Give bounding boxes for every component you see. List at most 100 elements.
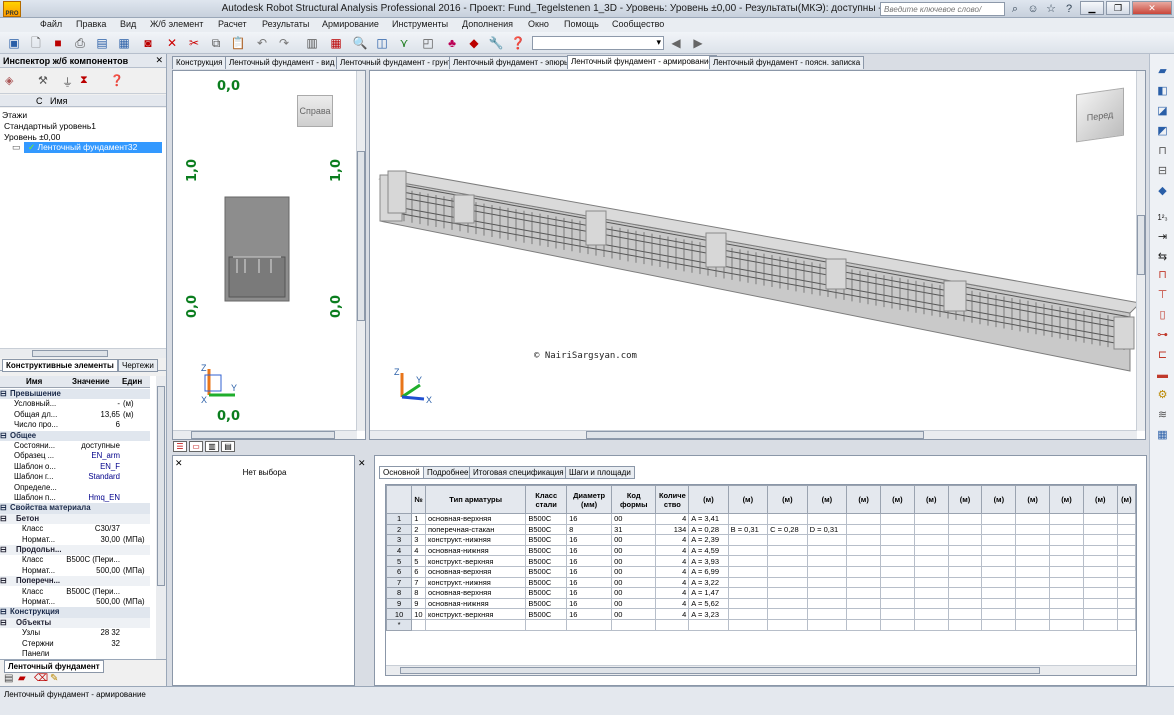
screen-capture-icon[interactable]: ▦ xyxy=(116,35,132,51)
table-header-cell[interactable]: Код формы xyxy=(611,485,657,514)
table-cell[interactable] xyxy=(1082,544,1118,557)
table-cell[interactable] xyxy=(411,618,426,631)
table-header-cell[interactable]: № xyxy=(411,485,426,514)
table-cell[interactable] xyxy=(981,576,1017,589)
tab-structural-elements[interactable]: Конструктивные элементы xyxy=(2,359,118,372)
view3d-hscroll[interactable] xyxy=(370,430,1137,439)
table-cell[interactable] xyxy=(846,565,881,578)
calculator-icon[interactable]: ▦ xyxy=(328,35,344,51)
table-cell[interactable] xyxy=(947,523,983,536)
star-icon[interactable]: ☆ xyxy=(1044,2,1058,16)
table-cell[interactable]: 4 xyxy=(655,544,690,557)
table-cell[interactable] xyxy=(913,618,949,631)
property-value[interactable]: 500,00 xyxy=(62,566,120,576)
table-cell[interactable]: 4 xyxy=(655,597,690,610)
table-cell[interactable] xyxy=(846,608,881,620)
property-row[interactable]: Нормат... 500,00 (МПа) xyxy=(0,566,150,576)
table-cell[interactable] xyxy=(767,534,808,546)
user-icon[interactable]: ☺ xyxy=(1026,2,1040,16)
collapse-icon[interactable]: ⊟ xyxy=(0,576,7,585)
menu-view[interactable]: Вид xyxy=(120,19,136,29)
table-cell[interactable]: 00 xyxy=(611,534,657,546)
menu-community[interactable]: Сообщество xyxy=(612,19,664,29)
foundation-icon[interactable]: ▬ xyxy=(1155,368,1170,383)
table-header-cell[interactable]: Количе ство xyxy=(655,485,690,514)
camera-icon[interactable]: ◙ xyxy=(140,35,156,51)
table-header-cell[interactable]: (м) xyxy=(981,485,1017,514)
property-row[interactable]: Состояни... доступные xyxy=(0,441,150,451)
tab-footing-reinforcement[interactable]: Ленточный фундамент - армирование xyxy=(567,55,717,69)
table-cell[interactable] xyxy=(880,534,915,546)
table-cell[interactable] xyxy=(913,544,949,557)
tab-footing-note[interactable]: Ленточный фундамент - поясн. записка xyxy=(709,56,865,69)
table-cell[interactable]: B = 0,31 xyxy=(727,523,769,536)
table-cell[interactable] xyxy=(1015,587,1051,599)
table-cell[interactable]: 2 xyxy=(411,523,426,536)
property-value[interactable]: B500C (Пери... xyxy=(62,587,120,597)
table-cell[interactable] xyxy=(727,565,769,578)
table-cell[interactable] xyxy=(1049,597,1084,610)
table-cell[interactable] xyxy=(880,608,915,620)
table-cell[interactable] xyxy=(947,565,983,578)
table-cell[interactable]: 00 xyxy=(611,555,657,567)
release-icon[interactable]: ⊟ xyxy=(1155,164,1170,179)
menu-reinforcement[interactable]: Армирование xyxy=(322,19,379,29)
table-header-cell[interactable]: (м) xyxy=(727,485,769,514)
table-cell[interactable] xyxy=(1049,555,1084,567)
table-cell[interactable]: 1 xyxy=(411,513,426,525)
property-row[interactable]: Стержни 32 xyxy=(0,639,150,649)
table-cell[interactable] xyxy=(913,587,949,599)
property-category[interactable]: ⊟ Конструкция xyxy=(0,607,150,618)
table-cell[interactable] xyxy=(767,555,808,567)
binoculars-icon[interactable]: ⌕ xyxy=(1008,2,1022,16)
property-subcategory[interactable]: ⊟ Поперечн... xyxy=(0,576,150,587)
table-cell[interactable] xyxy=(806,544,848,557)
table-cell[interactable]: B500C xyxy=(525,555,568,567)
table-cell[interactable] xyxy=(767,565,808,578)
table-header-cell[interactable]: (м) xyxy=(880,485,915,514)
tab-drawings[interactable]: Чертежи xyxy=(118,359,158,372)
left-view-hscroll[interactable] xyxy=(173,430,357,439)
table-cell[interactable] xyxy=(727,513,769,525)
table-cell[interactable] xyxy=(1082,513,1118,525)
table-cell[interactable]: 4 xyxy=(655,587,690,599)
table-cell[interactable]: поперечная-стакан xyxy=(424,523,527,536)
offset-icon[interactable]: ◆ xyxy=(1155,184,1170,199)
table-cell[interactable] xyxy=(981,587,1017,599)
table-cell[interactable] xyxy=(846,555,881,567)
property-subcategory[interactable]: ⊟ Бетон xyxy=(0,513,150,525)
property-value[interactable]: доступные xyxy=(62,441,120,451)
member-icon[interactable]: ◪ xyxy=(1155,104,1170,119)
table-cell[interactable] xyxy=(846,576,881,589)
collapse-icon[interactable]: ⊟ xyxy=(0,431,7,440)
help-icon[interactable]: ? xyxy=(1062,2,1076,16)
table-cell[interactable]: конструкт.-верхняя xyxy=(424,608,527,620)
print-preview-icon[interactable]: ▤ xyxy=(94,35,110,51)
row-header-cell[interactable]: 9 xyxy=(386,597,413,610)
table-cell[interactable] xyxy=(1015,618,1051,631)
tree-level-zero[interactable]: Уровень ±0,00 xyxy=(4,132,60,142)
table-cell[interactable] xyxy=(727,608,769,620)
table-cell[interactable]: B500C xyxy=(525,597,568,610)
table-cell[interactable] xyxy=(1116,565,1136,578)
grid-icon[interactable]: ▥ xyxy=(205,441,219,452)
table-row[interactable]: 10 10 конструкт.-верхняя B500C 16 00 4 A = 3,23 xyxy=(386,608,1136,620)
print-icon[interactable]: ⎙ xyxy=(72,35,88,51)
wrench-icon[interactable]: 🔧 xyxy=(488,35,504,51)
table-cell[interactable]: 8 xyxy=(411,587,426,599)
property-category[interactable]: ⊟ Свойства материала xyxy=(0,503,150,514)
table-cell[interactable]: 00 xyxy=(611,544,657,557)
table-row[interactable]: 2 2 поперечная-стакан B500C 8 31 134 A = 0,28 B … xyxy=(386,523,1136,536)
table-cell[interactable]: 16 xyxy=(566,608,613,620)
table-cell[interactable] xyxy=(880,618,915,631)
table-cell[interactable] xyxy=(1082,597,1118,610)
row-header-cell[interactable]: 6 xyxy=(386,565,413,578)
table-cell[interactable] xyxy=(1116,597,1136,610)
table-cell[interactable]: 5 xyxy=(411,555,426,567)
structure-icon[interactable]: ▣ xyxy=(6,35,22,51)
table-cell[interactable]: A = 3,22 xyxy=(688,576,729,589)
table-cell[interactable] xyxy=(806,587,848,599)
table-cell[interactable]: основная-нижняя xyxy=(424,597,527,610)
table-cell[interactable]: 10 xyxy=(411,608,426,620)
table-icon[interactable]: ▥ xyxy=(304,35,320,51)
